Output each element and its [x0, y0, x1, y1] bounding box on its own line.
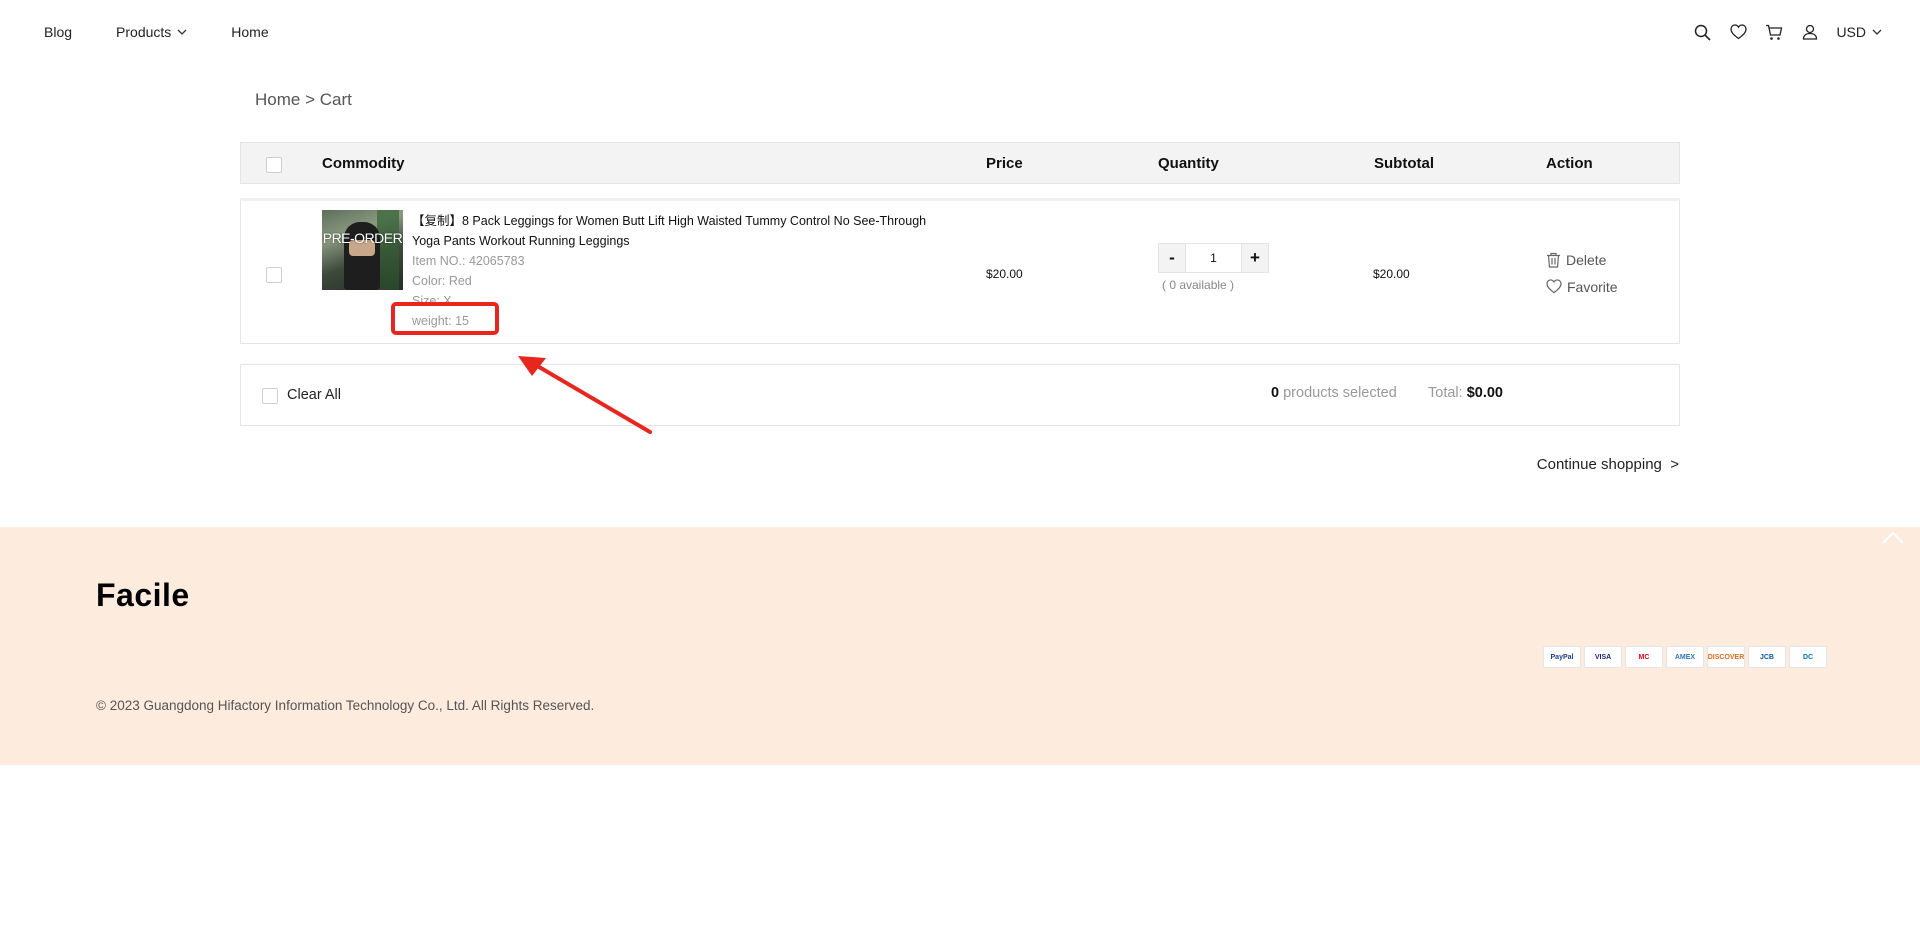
header-subtotal: Subtotal [1374, 155, 1434, 172]
main-nav: Blog Products Home [44, 24, 269, 40]
chevron-down-icon [177, 29, 187, 35]
decrease-quantity-button[interactable]: - [1158, 243, 1186, 273]
nav-blog-label: Blog [44, 24, 73, 40]
cart-total: Total: $0.00 [1428, 385, 1503, 401]
available-stock: ( 0 available ) [1162, 278, 1235, 292]
currency-selector[interactable]: USD [1836, 24, 1882, 40]
selected-count: 0 products selected [1271, 385, 1397, 401]
discover-icon: DISCOVER [1707, 646, 1745, 668]
table-row: PRE-ORDER 【复制】8 Pack Leggings for Women … [240, 198, 1680, 344]
product-item-no: Item NO.: 42065783 [412, 254, 525, 268]
selected-count-text: products selected [1283, 385, 1397, 401]
nav-home-label: Home [231, 24, 269, 40]
total-label: Total: [1428, 385, 1463, 401]
mastercard-icon: MC [1625, 646, 1663, 668]
breadcrumb-current: Cart [319, 90, 352, 109]
cart-table: Commodity Price Quantity Subtotal Action… [240, 142, 1680, 473]
clear-all-checkbox[interactable] [262, 388, 278, 404]
nav-home[interactable]: Home [231, 24, 268, 40]
favorite-label: Favorite [1567, 278, 1618, 295]
annotation-highlight-box [391, 302, 499, 335]
currency-label: USD [1836, 24, 1866, 40]
header-action: Action [1546, 155, 1593, 172]
breadcrumb-separator: > [305, 90, 316, 109]
row-actions: Delete Favorite [1546, 246, 1618, 300]
site-footer: Facile PayPal VISA MC AMEX DISCOVER JCB … [0, 527, 1920, 765]
footer-brand: Facile [96, 577, 190, 613]
paypal-icon: PayPal [1543, 646, 1581, 668]
item-checkbox[interactable] [266, 267, 282, 283]
search-icon[interactable] [1692, 22, 1712, 42]
preorder-label: PRE-ORDER [322, 230, 403, 246]
total-value: $0.00 [1466, 385, 1503, 401]
header-price: Price [986, 155, 1023, 172]
heart-icon[interactable] [1728, 22, 1748, 42]
site-header: Blog Products Home USD [0, 0, 1920, 66]
header-commodity: Commodity [322, 155, 405, 172]
close-icon[interactable] [1880, 521, 1906, 547]
amex-icon: AMEX [1666, 646, 1704, 668]
header-icons: USD [1676, 22, 1882, 42]
favorite-button[interactable]: Favorite [1546, 273, 1618, 300]
cart-summary: Clear All 0 products selected Total: $0.… [240, 364, 1680, 473]
diners-club-icon: DC [1789, 646, 1827, 668]
breadcrumb-home[interactable]: Home [255, 90, 300, 109]
nav-blog[interactable]: Blog [44, 24, 72, 40]
selected-count-value: 0 [1271, 385, 1280, 401]
continue-shopping-label: Continue shopping [1536, 456, 1662, 473]
delete-label: Delete [1566, 251, 1607, 268]
chevron-down-icon [1872, 29, 1882, 35]
header-quantity: Quantity [1158, 155, 1219, 172]
increase-quantity-button[interactable]: + [1241, 243, 1269, 273]
annotation-arrow [518, 356, 652, 434]
delete-button[interactable]: Delete [1546, 246, 1618, 273]
payment-methods: PayPal VISA MC AMEX DISCOVER JCB DC [1543, 646, 1830, 668]
nav-products[interactable]: Products [116, 24, 187, 40]
quantity-stepper: - 1 + [1158, 243, 1269, 273]
select-all-checkbox[interactable] [266, 157, 282, 173]
product-title[interactable]: 【复制】8 Pack Leggings for Women Butt Lift … [412, 211, 952, 251]
footer-copyright: © 2023 Guangdong Hifactory Information T… [96, 698, 595, 713]
user-icon[interactable] [1800, 22, 1820, 42]
item-subtotal: $20.00 [1373, 267, 1410, 281]
continue-shopping-link[interactable]: Continue shopping > [1537, 456, 1679, 473]
product-thumbnail[interactable]: PRE-ORDER [322, 210, 403, 290]
breadcrumb: Home > Cart [255, 90, 352, 110]
product-color: Color: Red [412, 274, 472, 288]
item-price: $20.00 [986, 267, 1023, 281]
jcb-icon: JCB [1748, 646, 1786, 668]
visa-icon: VISA [1584, 646, 1622, 668]
trash-icon [1547, 252, 1560, 268]
continue-arrow: > [1670, 456, 1679, 473]
heart-icon [1546, 279, 1562, 294]
table-header: Commodity Price Quantity Subtotal Action [240, 142, 1680, 184]
clear-all-button[interactable]: Clear All [287, 387, 341, 403]
cart-icon[interactable] [1764, 22, 1784, 42]
quantity-input[interactable]: 1 [1186, 243, 1241, 273]
nav-products-label: Products [116, 24, 172, 40]
